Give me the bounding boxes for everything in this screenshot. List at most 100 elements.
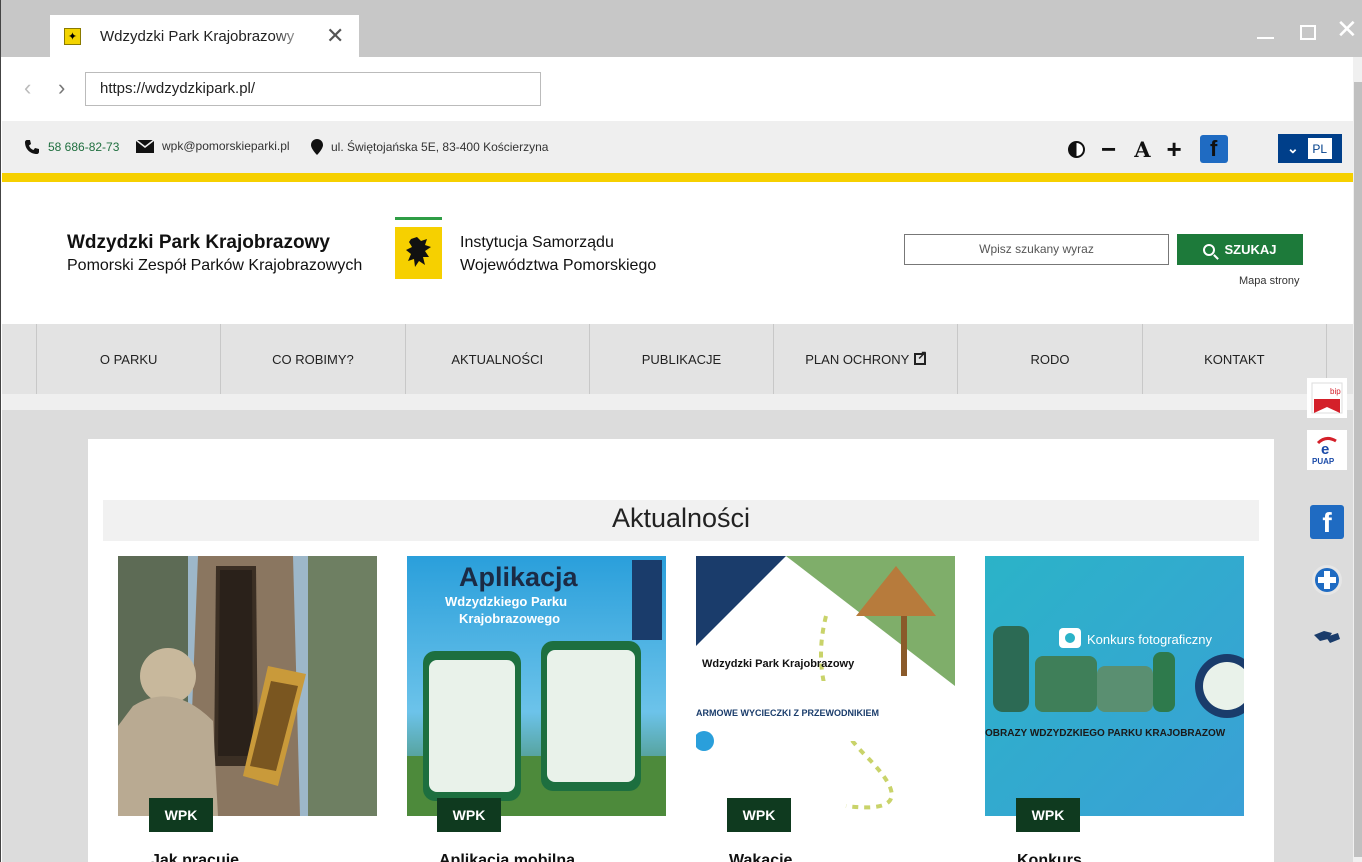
nav-item-publikacje[interactable]: PUBLIKACJE: [590, 324, 775, 394]
close-tab-icon[interactable]: ✕: [326, 25, 344, 47]
pomeranian-griffin-emblem-icon[interactable]: [395, 227, 442, 279]
language-code: PL: [1307, 138, 1332, 159]
scrollbar-thumb[interactable]: [1354, 82, 1362, 857]
browser-window: ✦ Wdzydzki Park Krajobrazowy ✕ ✕ ‹ › htt…: [0, 0, 1362, 862]
beekeeper-photo[interactable]: [118, 556, 377, 816]
yellow-stripe: [2, 173, 1353, 182]
nav-item-aktualnosci[interactable]: AKTUALNOŚCI: [406, 324, 590, 394]
nav-label: RODO: [1030, 351, 1070, 367]
contrast-icon[interactable]: [1068, 140, 1085, 158]
svg-text:PUAP: PUAP: [1312, 457, 1335, 466]
facebook-icon[interactable]: f: [1199, 135, 1228, 163]
nav-spacer: [2, 394, 1353, 410]
search-icon: [1203, 243, 1216, 256]
font-decrease-button[interactable]: −: [1101, 136, 1116, 162]
close-window-icon[interactable]: ✕: [1336, 16, 1358, 42]
app-poster[interactable]: Aplikacja Wdzydzkiego Parku Krajobrazowe…: [407, 556, 666, 816]
svg-text:e: e: [1321, 441, 1329, 458]
minimize-window-icon[interactable]: [1257, 37, 1274, 39]
phone-text: 58 686-82-73: [48, 140, 120, 154]
search-button[interactable]: SZUKAJ: [1177, 234, 1303, 265]
news-title-snippet[interactable]: Aplikacja mobilna: [439, 852, 599, 862]
nav-item-o-parku[interactable]: O PARKU: [36, 324, 222, 394]
contact-phone[interactable]: 58 686-82-73: [24, 139, 119, 155]
bip-link[interactable]: bip: [1307, 378, 1347, 418]
search-button-label: SZUKAJ: [1224, 242, 1277, 257]
poster-line: ARMOWE WYCIECZKI Z PRZEWODNIKIEM: [696, 708, 879, 718]
news-card[interactable]: Wdzydzki Park Krajobrazowy ARMOWE WYCIEC…: [696, 556, 955, 816]
forward-arrow-icon[interactable]: ›: [58, 75, 65, 101]
email-text: wpk@pomorskieparki.pl: [162, 139, 290, 153]
sign-language-link[interactable]: [1307, 616, 1347, 656]
envelope-icon: [136, 139, 154, 153]
poster-title: Wdzydzki Park Krajobrazowy: [702, 658, 855, 670]
maximize-window-icon[interactable]: [1300, 25, 1316, 40]
contact-email[interactable]: wpk@pomorskieparki.pl: [136, 139, 290, 153]
nav-label: PLAN OCHRONY: [805, 351, 910, 367]
sitemap-link[interactable]: Mapa strony: [1239, 275, 1300, 287]
park-name[interactable]: Wdzydzki Park Krajobrazowy: [67, 232, 330, 254]
tab-bar: ✦ Wdzydzki Park Krajobrazowy ✕ ✕: [1, 0, 1362, 57]
news-card[interactable]: Konkurs fotograficzny OBRAZY WDZYDZKIEGO…: [985, 556, 1244, 816]
news-card[interactable]: Aplikacja Wdzydzkiego Parku Krajobrazowe…: [407, 556, 666, 816]
bip-icon: bip: [1311, 382, 1343, 414]
facebook-side-link[interactable]: f: [1307, 502, 1347, 542]
sign-language-icon: [1314, 631, 1340, 643]
epuap-link[interactable]: e PUAP: [1307, 430, 1347, 470]
wpk-badge[interactable]: WPK: [437, 798, 501, 832]
epuap-icon: e PUAP: [1312, 436, 1337, 466]
phone-icon: [25, 140, 39, 154]
news-title-snippet[interactable]: Jak pracuje: [151, 852, 301, 862]
nav-label: O PARKU: [99, 351, 158, 367]
park-subtitle: Pomorski Zespół Parków Krajobrazowych: [67, 257, 363, 274]
poster-title: Konkurs fotograficzny: [1087, 632, 1213, 647]
news-card[interactable]: [118, 556, 377, 816]
poster-subtitle-1: Wdzydzkiego Parku: [445, 594, 568, 609]
griffin-favicon-icon: ✦: [64, 27, 81, 45]
news-title-snippet[interactable]: Konkurs: [1017, 852, 1117, 862]
bip-label: bip: [1330, 387, 1341, 396]
back-arrow-icon[interactable]: ‹: [24, 75, 31, 101]
font-size-label: A: [1134, 136, 1151, 162]
photo-contest-poster[interactable]: Konkurs fotograficzny OBRAZY WDZYDZKIEGO…: [985, 556, 1244, 816]
poster-title: Aplikacja: [459, 562, 578, 592]
medical-cross-icon: [1312, 565, 1342, 595]
poster-line: OBRAZY WDZYDZKIEGO PARKU KRAJOBRAZOW: [985, 728, 1226, 739]
chevron-down-icon: ⌄: [1287, 140, 1299, 156]
news-title-snippet[interactable]: Wakacje: [729, 852, 849, 862]
nav-item-plan-ochrony[interactable]: PLAN OCHRONY: [774, 324, 959, 394]
tab-title: Wdzydzki Park Krajobrazowy: [100, 27, 314, 45]
main-navigation: O PARKU CO ROBIMY? AKTUALNOŚCI PUBLIKACJ…: [2, 324, 1353, 394]
nav-label: CO ROBIMY?: [272, 351, 354, 367]
guided-tours-poster[interactable]: Wdzydzki Park Krajobrazowy ARMOWE WYCIEC…: [696, 556, 955, 816]
institution-line2: Województwa Pomorskiego: [460, 257, 657, 274]
poster-subtitle-2: Krajobrazowego: [459, 611, 561, 626]
nav-item-co-robimy[interactable]: CO ROBIMY?: [221, 324, 406, 394]
browser-tab[interactable]: ✦ Wdzydzki Park Krajobrazowy ✕: [50, 15, 359, 57]
address-bar: ‹ › https://wdzydzkipark.pl/: [2, 57, 1362, 121]
search-input[interactable]: Wpisz szukany wyraz: [904, 234, 1169, 265]
nav-label: PUBLIKACJE: [641, 351, 722, 367]
contact-address: ul. Świętojańska 5E, 83-400 Kościerzyna: [311, 139, 548, 155]
health-link[interactable]: [1307, 560, 1347, 600]
wpk-badge[interactable]: WPK: [149, 798, 213, 832]
wpk-badge[interactable]: WPK: [727, 798, 791, 832]
green-line: [395, 217, 442, 220]
external-link-icon: [914, 348, 927, 365]
language-selector[interactable]: ⌄ PL: [1278, 134, 1342, 163]
address-text: ul. Świętojańska 5E, 83-400 Kościerzyna: [331, 140, 549, 154]
accessibility-tools: − A + f: [1068, 135, 1228, 163]
map-pin-icon: [311, 139, 323, 155]
font-increase-button[interactable]: +: [1166, 136, 1181, 162]
nav-item-kontakt[interactable]: KONTAKT: [1143, 324, 1327, 394]
wpk-badge[interactable]: WPK: [1016, 798, 1080, 832]
nav-label: KONTAKT: [1204, 351, 1265, 367]
site-header: Wdzydzki Park Krajobrazowy Pomorski Zesp…: [2, 182, 1353, 324]
nav-item-rodo[interactable]: RODO: [958, 324, 1143, 394]
section-title: Aktualności: [611, 503, 751, 533]
institution-line1: Instytucja Samorządu: [460, 234, 614, 251]
nav-label: AKTUALNOŚCI: [451, 351, 544, 367]
facebook-side-icon: f: [1310, 505, 1344, 539]
contact-bar: 58 686-82-73 wpk@pomorskieparki.pl ul. Ś…: [2, 121, 1353, 173]
url-field[interactable]: https://wdzydzkipark.pl/: [85, 72, 541, 106]
